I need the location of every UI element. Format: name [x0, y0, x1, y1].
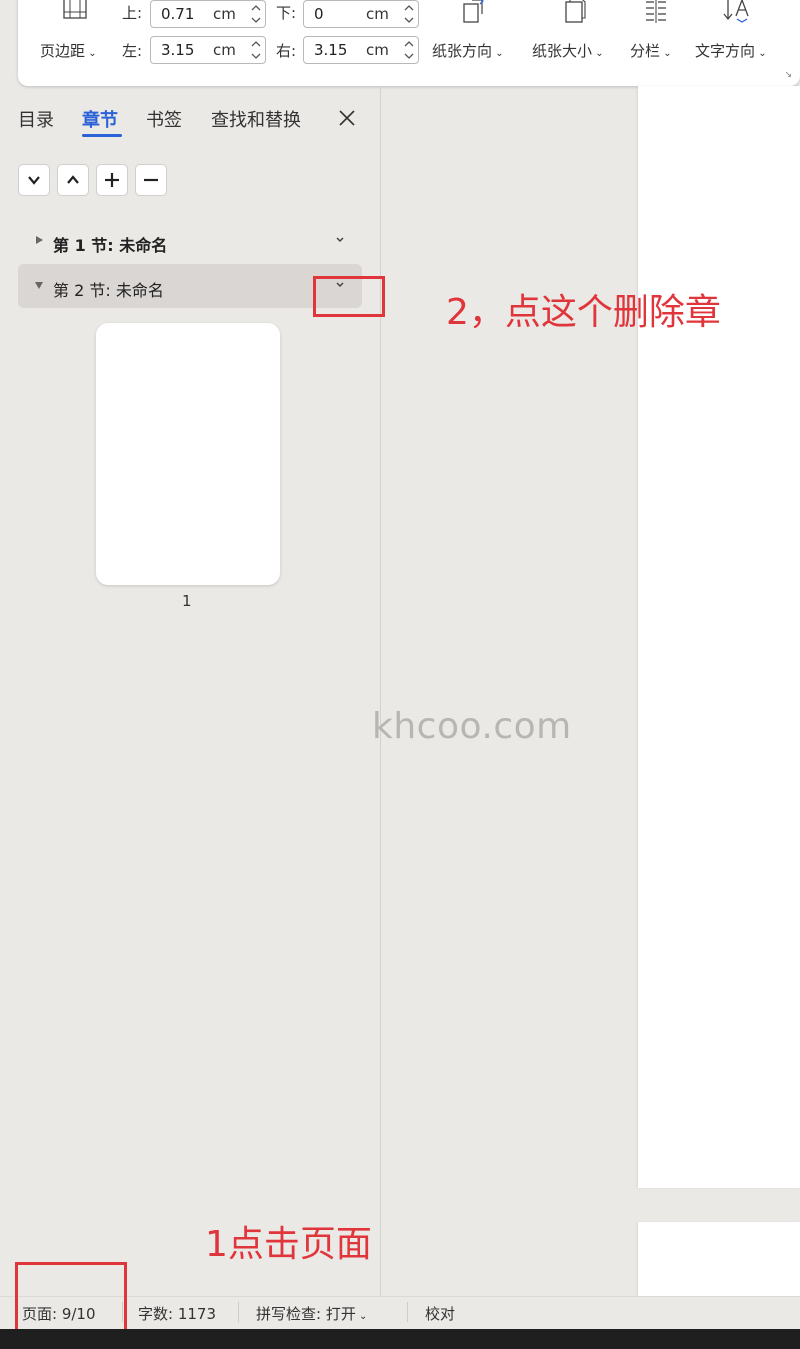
spinner-icon[interactable] [250, 1, 262, 27]
tab-find-replace[interactable]: 查找和替换 [211, 106, 301, 132]
watermark-text: khcoo.com [372, 706, 572, 747]
tab-bookmarks[interactable]: 书签 [146, 106, 182, 132]
spinner-icon[interactable] [403, 37, 415, 63]
page-margins-icon[interactable] [62, 0, 88, 20]
columns-dropdown[interactable]: 分栏 ⌄ [630, 40, 672, 61]
paper-size-icon[interactable] [560, 0, 588, 24]
chevron-down-icon: ⌄ [85, 48, 97, 59]
columns-icon[interactable] [642, 0, 670, 24]
bottom-margin-field[interactable]: 0 cm [303, 0, 419, 28]
right-margin-value: 3.15 [314, 41, 348, 59]
status-divider [407, 1302, 408, 1322]
top-margin-field[interactable]: 0.71 cm [150, 0, 266, 28]
spell-check-toggle[interactable]: 拼写检查: 打开 ⌄ [256, 1303, 367, 1324]
left-margin-unit: cm [213, 41, 236, 59]
right-margin-label: 右: [276, 42, 297, 60]
dialog-launcher-icon[interactable]: ↘ [784, 70, 792, 80]
top-margin-value: 0.71 [161, 5, 195, 23]
annotation-step1-text: 1点击页面 [205, 1224, 372, 1265]
word-count[interactable]: 字数: 1173 [138, 1303, 216, 1324]
paper-size-dropdown[interactable]: 纸张大小 ⌄ [532, 40, 604, 61]
tab-sections[interactable]: 章节 [82, 106, 118, 132]
columns-label: 分栏 [630, 42, 661, 60]
spinner-icon[interactable] [250, 37, 262, 63]
text-direction-label: 文字方向 [695, 42, 756, 60]
active-tab-indicator [82, 134, 122, 137]
thumbnail-page-number: 1 [182, 592, 192, 610]
chevron-down-icon[interactable] [334, 234, 346, 246]
proofread-button[interactable]: 校对 [425, 1303, 455, 1324]
plus-icon [105, 173, 119, 187]
margins-label: 页边距 [40, 42, 86, 60]
left-margin-field[interactable]: 3.15 cm [150, 36, 266, 64]
chevron-down-icon [28, 176, 40, 185]
annotation-box-step2 [313, 276, 385, 317]
chevron-down-icon: ⌄ [355, 1311, 368, 1322]
add-section-button[interactable] [96, 164, 128, 196]
page-thumbnail[interactable] [96, 323, 280, 585]
tab-toc[interactable]: 目录 [18, 106, 54, 132]
expand-triangle-icon[interactable] [34, 235, 44, 245]
annotation-step2-text: 2，点这个删除章 [446, 292, 721, 333]
close-icon[interactable] [337, 108, 357, 128]
text-direction-icon[interactable] [722, 0, 752, 24]
section-label: 第 2 节: 未命名 [53, 281, 164, 300]
collapse-triangle-icon[interactable] [34, 280, 44, 290]
document-page[interactable] [638, 86, 800, 1188]
move-down-button[interactable] [18, 164, 50, 196]
bottom-margin-label: 下: [276, 4, 297, 22]
paper-size-label: 纸张大小 [532, 42, 593, 60]
minus-icon [144, 178, 158, 182]
left-margin-label: 左: [122, 42, 143, 60]
spinner-icon[interactable] [403, 1, 415, 27]
chevron-down-icon: ⌄ [492, 48, 504, 59]
document-page-next[interactable] [638, 1222, 800, 1298]
page-orientation-icon[interactable] [460, 0, 488, 24]
taskbar [0, 1329, 800, 1349]
margins-dropdown[interactable]: 页边距 ⌄ [40, 40, 97, 61]
top-margin-label: 上: [122, 4, 143, 22]
left-margin-value: 3.15 [161, 41, 195, 59]
text-direction-dropdown[interactable]: 文字方向 ⌄ [695, 40, 767, 61]
top-margin-unit: cm [213, 5, 236, 23]
page-layout-ribbon: 页边距 ⌄ 上: 0.71 cm 下: 0 cm 左: 3.15 cm 右: 3… [18, 0, 800, 86]
section-item-1[interactable]: 第 1 节: 未命名 [18, 219, 362, 263]
section-label: 第 1 节: 未命名 [53, 236, 168, 255]
chevron-down-icon: ⌄ [660, 48, 672, 59]
pane-divider[interactable] [380, 86, 381, 1296]
right-margin-field[interactable]: 3.15 cm [303, 36, 419, 64]
bottom-margin-unit: cm [366, 5, 389, 23]
page-orientation-label: 纸张方向 [432, 42, 493, 60]
chevron-up-icon [67, 175, 79, 184]
move-up-button[interactable] [57, 164, 89, 196]
remove-section-button[interactable] [135, 164, 167, 196]
chevron-down-icon: ⌄ [592, 48, 604, 59]
right-margin-unit: cm [366, 41, 389, 59]
section-item-2[interactable]: 第 2 节: 未命名 [18, 264, 362, 308]
spell-check-label: 拼写检查: 打开 [256, 1305, 356, 1323]
chevron-down-icon: ⌄ [755, 48, 767, 59]
status-divider [238, 1302, 239, 1322]
page-orientation-dropdown[interactable]: 纸张方向 ⌄ [432, 40, 504, 61]
bottom-margin-value: 0 [314, 5, 324, 23]
